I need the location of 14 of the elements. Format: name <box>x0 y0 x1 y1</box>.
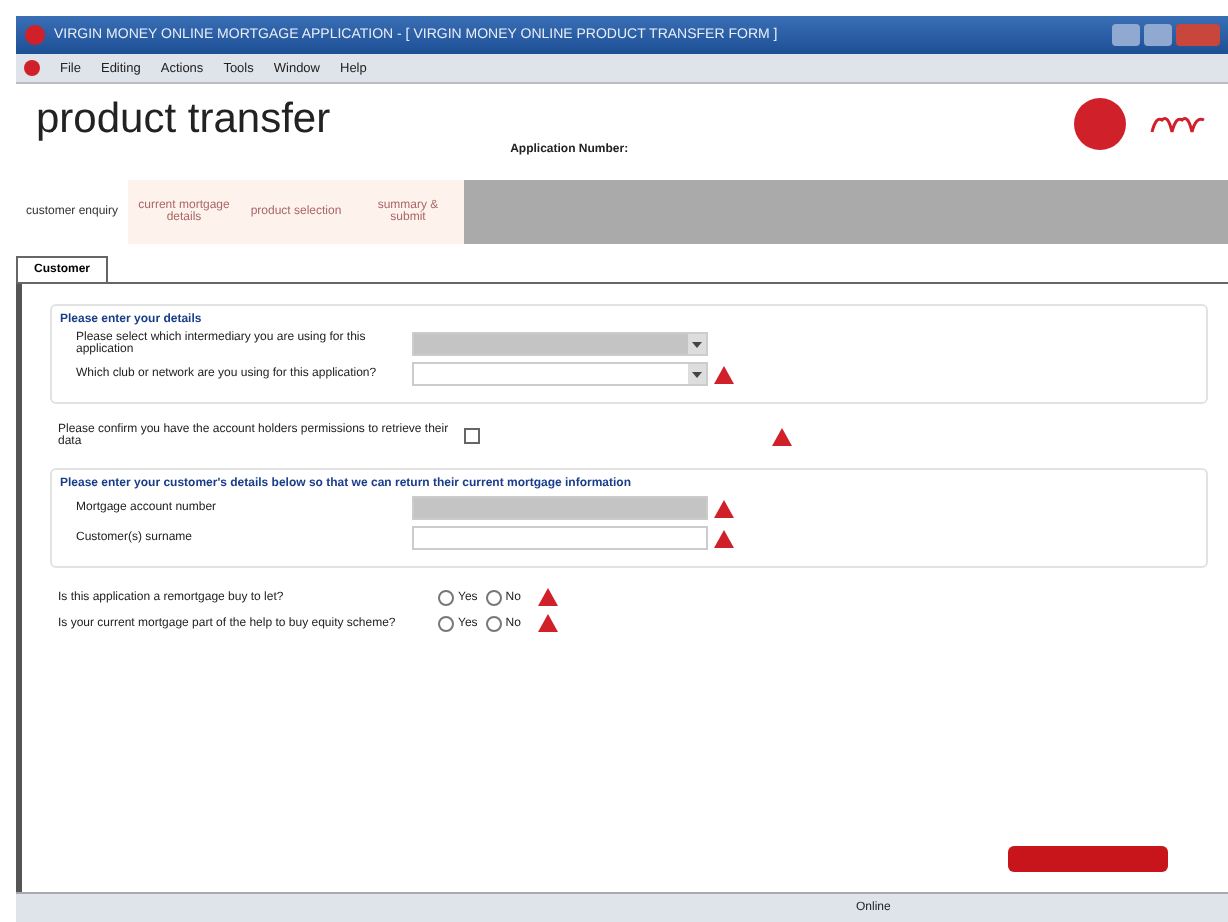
minimize-button[interactable] <box>1112 24 1140 46</box>
checkbox[interactable] <box>464 428 480 444</box>
app-icon <box>24 60 40 76</box>
maximize-button[interactable] <box>1144 24 1172 46</box>
radio-button[interactable] <box>485 589 502 605</box>
radio-button[interactable] <box>485 615 502 631</box>
next-button[interactable] <box>1008 846 1168 872</box>
dropdown-field[interactable] <box>412 362 708 386</box>
radio-button[interactable] <box>438 589 454 605</box>
close-button[interactable] <box>1176 24 1220 46</box>
app-icon <box>24 24 46 46</box>
page-title: product transfer <box>36 96 331 144</box>
input-field[interactable] <box>412 526 708 550</box>
radio-button[interactable] <box>438 615 454 631</box>
